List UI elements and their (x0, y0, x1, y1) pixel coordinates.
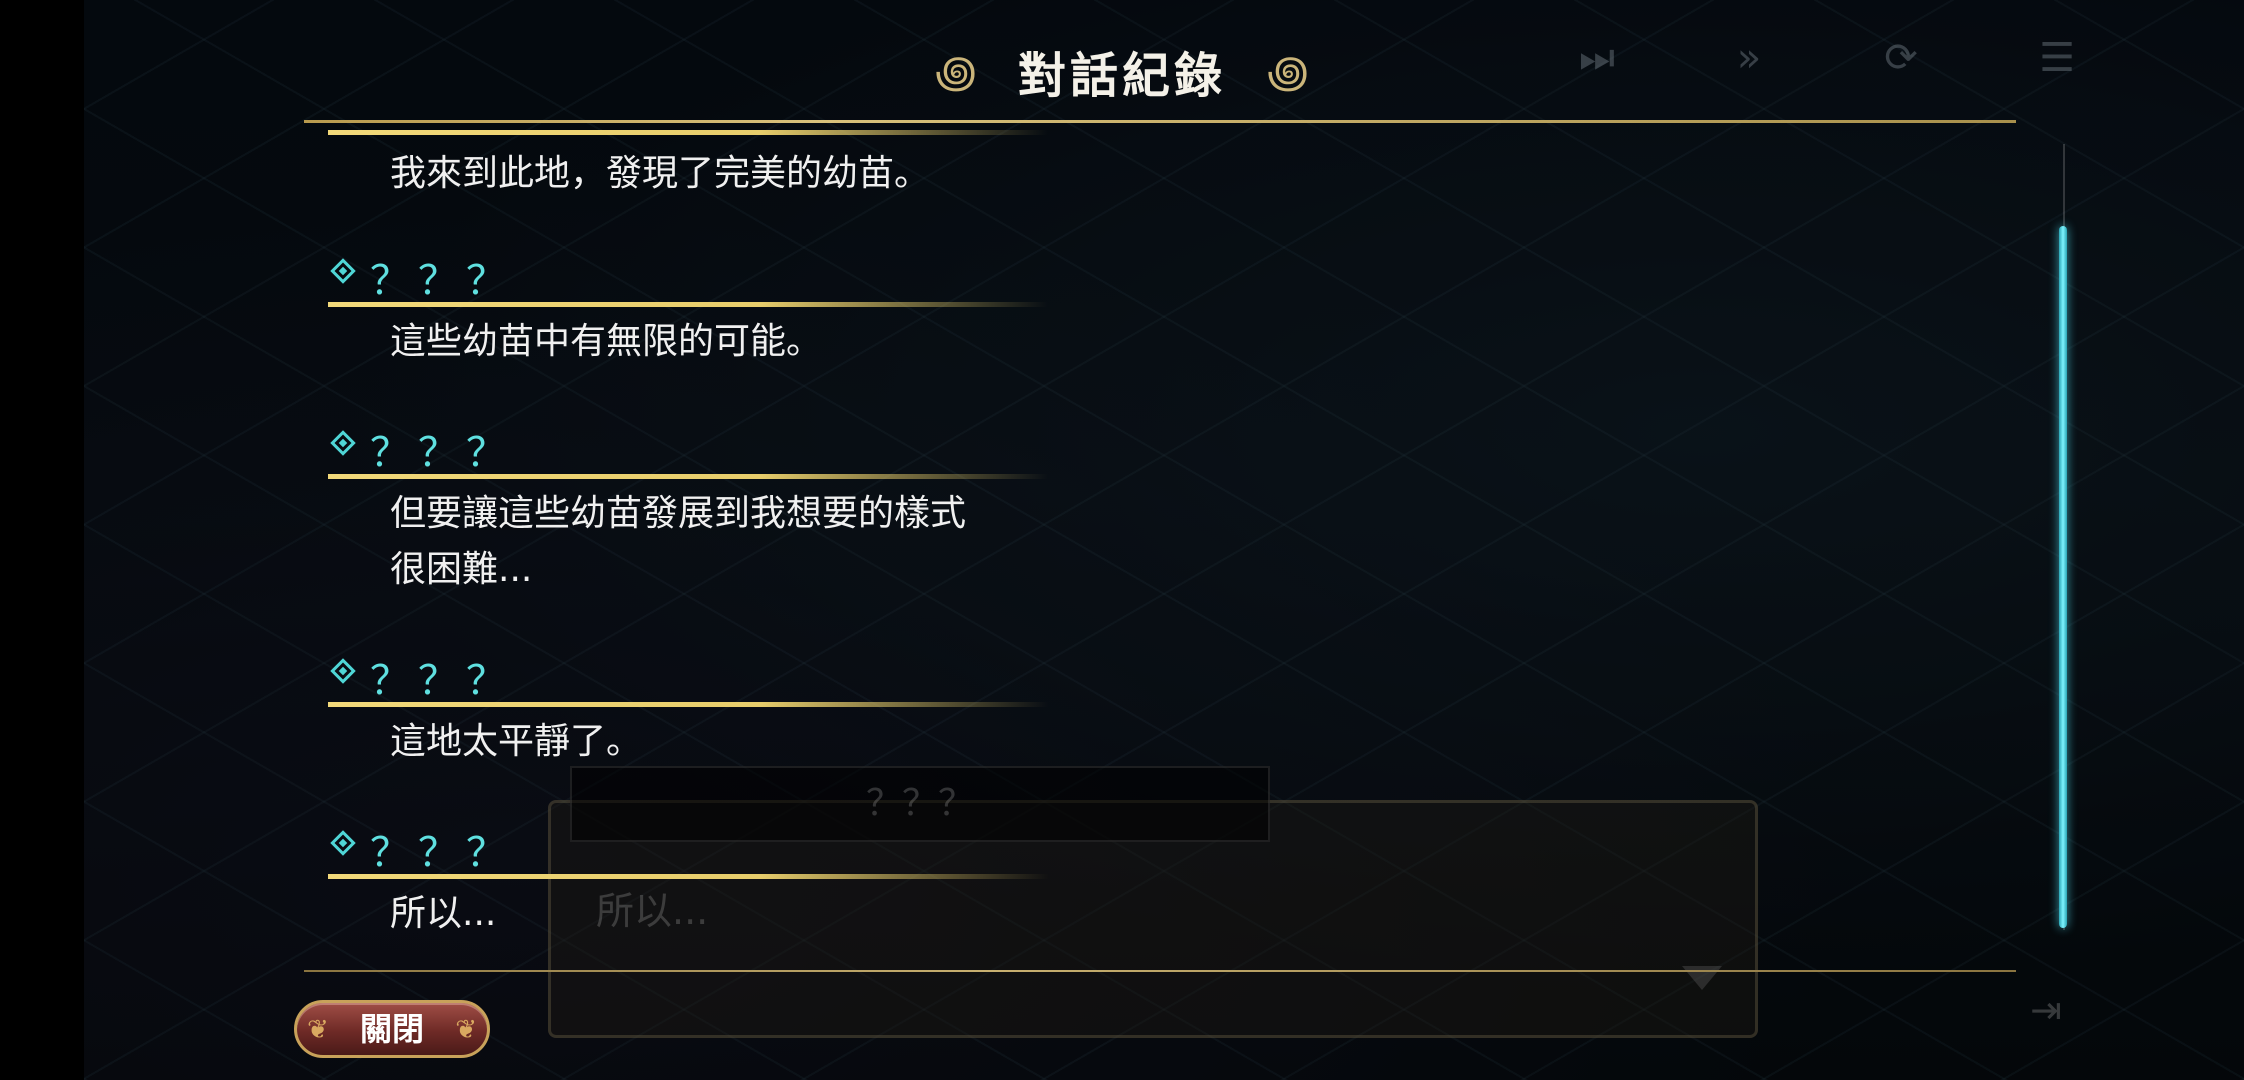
diamond-icon (330, 258, 356, 284)
log-entry: ？？？ 所以... (328, 820, 1148, 934)
close-button[interactable]: ❦ 關閉 ❦ (294, 1000, 490, 1058)
log-text: 這些幼苗中有無限的可能。 (390, 321, 823, 362)
speaker-name: ？？？ (370, 258, 514, 304)
log-text: 我來到此地，發現了完美的幼苗。 (390, 153, 931, 194)
ornament-left-icon: ❦ (307, 1015, 329, 1045)
speaker-name: ？？？ (370, 658, 514, 704)
log-entry: ？？？ 但要讓這些幼苗發展到我想要的樣式 很困難... (328, 420, 1148, 590)
scrollbar-thumb[interactable] (2059, 226, 2067, 928)
log-text: 但要讓這些幼苗發展到我想要的樣式 很困難... (390, 493, 967, 590)
speaker-underline (328, 874, 1048, 879)
speaker-underline (328, 302, 1048, 307)
speaker-name: ？？？ (370, 430, 514, 476)
bottom-divider (304, 970, 2016, 972)
close-button-label: 關閉 (359, 1010, 424, 1048)
speaker-name: ？？？ (370, 830, 514, 876)
diamond-icon (330, 830, 356, 856)
diamond-icon (330, 430, 356, 456)
speaker-underline (328, 702, 1048, 707)
dialogue-log-list[interactable]: 我來到此地，發現了完美的幼苗。 ？？？ 這些幼苗中有無限的可能。 ？？？ 但要讓… (0, 0, 2244, 1080)
diamond-icon (330, 658, 356, 684)
ornament-right-icon: ❦ (455, 1015, 477, 1045)
log-entry: ？？？ 這地太平靜了。 (328, 648, 1148, 762)
log-text: 這地太平靜了。 (390, 721, 643, 762)
speaker-underline (328, 474, 1048, 479)
speaker-underline (328, 130, 1048, 135)
log-text: 所以... (390, 893, 497, 934)
log-entry: ？？？ 這些幼苗中有無限的可能。 (328, 248, 1148, 362)
